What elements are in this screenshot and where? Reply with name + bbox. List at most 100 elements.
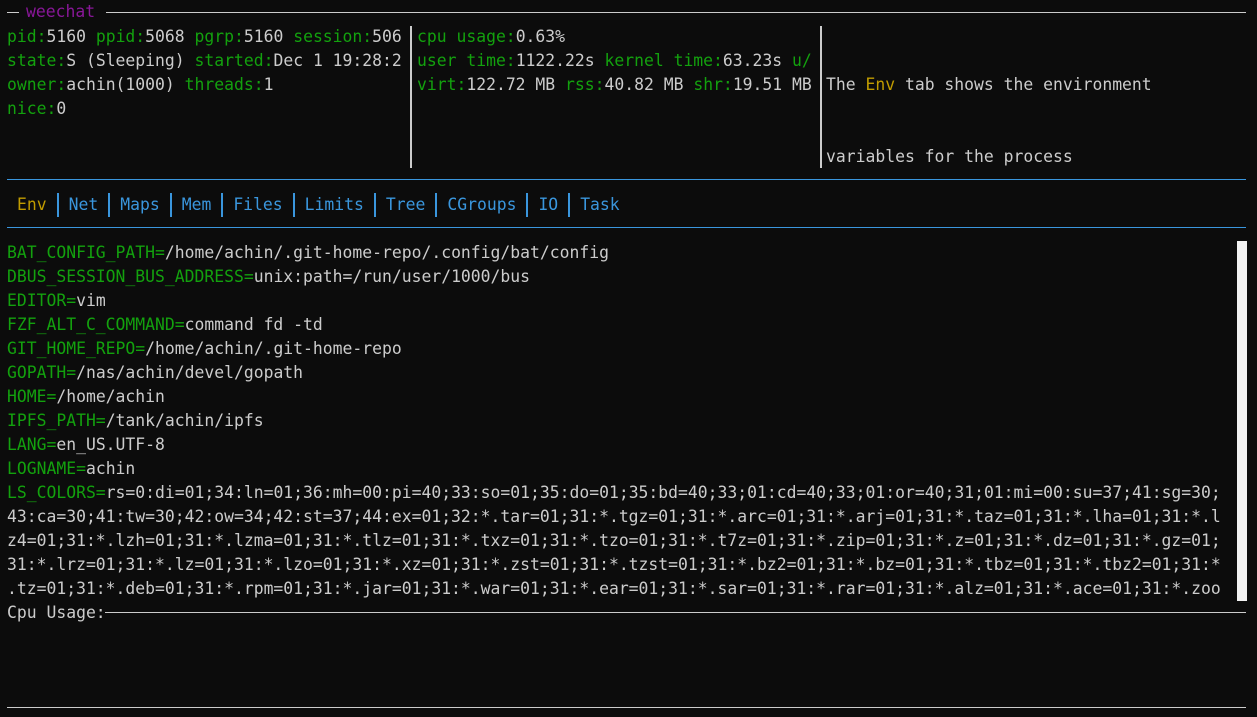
help-text-line2: variables for the process xyxy=(826,147,1073,166)
info-label: rss: xyxy=(565,75,605,94)
info-value: 5160 xyxy=(243,27,294,46)
process-info-column-1: pid:5160 ppid:5068 pgrp:5160 session:506… xyxy=(7,25,407,121)
env-row[interactable]: GOPATH=/nas/achin/devel/gopath xyxy=(7,361,1235,385)
info-value: 19.51 MB xyxy=(732,75,812,94)
env-value: command fd -td xyxy=(184,315,323,334)
info-label: kernel time: xyxy=(604,51,723,70)
info-label: virt: xyxy=(417,75,467,94)
info-value: 0.63% xyxy=(515,27,566,46)
env-value: en_US.UTF-8 xyxy=(56,435,165,454)
info-value: S (Sleeping) xyxy=(66,51,195,70)
process-info-row: user time:1122.22s kernel time:63.23s u/ xyxy=(417,49,817,73)
tab-tree[interactable]: Tree xyxy=(376,193,435,217)
info-label: session: xyxy=(293,27,373,46)
tab-cgroups[interactable]: CGroups xyxy=(437,193,526,217)
process-info-row: nice:0 xyxy=(7,97,407,121)
info-label: started: xyxy=(194,51,274,70)
process-info-row: owner:achin(1000) threads:1 xyxy=(7,73,407,97)
info-label: state: xyxy=(7,51,67,70)
env-variable-list[interactable]: BAT_CONFIG_PATH=/home/achin/.git-home-re… xyxy=(7,241,1235,601)
env-key: EDITOR= xyxy=(7,291,77,310)
env-value: /home/achin/.git-home-repo/.config/bat/c… xyxy=(164,243,609,262)
env-key: IPFS_PATH= xyxy=(7,411,106,430)
env-value: /home/achin/.git-home-repo xyxy=(145,339,402,358)
process-info-row: state:S (Sleeping) started:Dec 1 19:28:2 xyxy=(7,49,407,73)
info-label: pgrp: xyxy=(194,27,244,46)
info-label: shr: xyxy=(693,75,733,94)
env-row[interactable]: FZF_ALT_C_COMMAND=command fd -td xyxy=(7,313,1235,337)
info-label: threads: xyxy=(184,75,264,94)
env-key: LS_COLORS= xyxy=(7,483,106,502)
window-title: weechat xyxy=(26,2,96,21)
info-value: 63.23s xyxy=(722,51,792,70)
env-key: HOME= xyxy=(7,387,57,406)
info-value: achin(1000) xyxy=(66,75,185,94)
tab-files[interactable]: Files xyxy=(223,193,292,217)
info-value: 1 xyxy=(263,75,274,94)
column-divider-2 xyxy=(820,26,822,168)
env-row-continuation: .tz=01;31:*.deb=01;31:*.rpm=01;31:*.jar=… xyxy=(7,579,1221,598)
env-key: LOGNAME= xyxy=(7,459,86,478)
env-row[interactable]: LOGNAME=achin xyxy=(7,457,1235,481)
process-info-column-2: cpu usage:0.63% user time:1122.22s kernel… xyxy=(417,25,817,97)
tab-mem[interactable]: Mem xyxy=(172,193,222,217)
env-key: FZF_ALT_C_COMMAND= xyxy=(7,315,185,334)
tab-bar: Env Net Maps Mem Files Limits Tree CGroups IO Tas… xyxy=(7,193,630,217)
process-info-row: pid:5160 ppid:5068 pgrp:5160 session:506 xyxy=(7,25,407,49)
env-key: BAT_CONFIG_PATH= xyxy=(7,243,165,262)
env-row[interactable]: BAT_CONFIG_PATH=/home/achin/.git-home-re… xyxy=(7,241,1235,265)
tab-io[interactable]: IO xyxy=(528,193,568,217)
info-label: u/ xyxy=(792,51,812,70)
info-value: 5160 xyxy=(46,27,96,46)
title-border-right xyxy=(106,12,1246,13)
env-value: unix:path=/run/user/1000/bus xyxy=(253,267,531,286)
cpu-graph-border-bottom xyxy=(7,707,1246,708)
title-border-left xyxy=(7,12,19,13)
tabs-border-bottom xyxy=(7,227,1246,228)
tab-maps[interactable]: Maps xyxy=(110,193,169,217)
env-value: achin xyxy=(85,459,136,478)
info-value: 506 xyxy=(372,27,402,46)
info-value: Dec 1 19:28:2 xyxy=(273,51,402,70)
env-key: GIT_HOME_REPO= xyxy=(7,339,146,358)
cpu-usage-graph xyxy=(7,613,1246,706)
env-value: /nas/achin/devel/gopath xyxy=(76,363,304,382)
env-key: DBUS_SESSION_BUS_ADDRESS= xyxy=(7,267,254,286)
tabs-border-top xyxy=(7,179,1246,180)
info-label: nice: xyxy=(7,99,57,118)
info-label: user time: xyxy=(417,51,516,70)
tab-net[interactable]: Net xyxy=(59,193,109,217)
env-row[interactable]: EDITOR=vim xyxy=(7,289,1235,313)
env-row[interactable]: GIT_HOME_REPO=/home/achin/.git-home-repo xyxy=(7,337,1235,361)
env-row[interactable]: LS_COLORS=rs=0:di=01;34:ln=01;36:mh=00:p… xyxy=(7,481,1235,505)
process-info-row: virt:122.72 MB rss:40.82 MB shr:19.51 MB xyxy=(417,73,817,97)
process-info-row: cpu usage:0.63% xyxy=(417,25,817,49)
info-value: 1122.22s xyxy=(515,51,605,70)
env-row[interactable]: DBUS_SESSION_BUS_ADDRESS=unix:path=/run/… xyxy=(7,265,1235,289)
info-value: 40.82 MB xyxy=(604,75,694,94)
env-value: /home/achin xyxy=(56,387,165,406)
env-row-continuation: z4=01;31:*.lzh=01;31:*.lzma=01;31:*.tlz=… xyxy=(7,531,1221,550)
info-label: cpu usage: xyxy=(417,27,516,46)
env-value: vim xyxy=(76,291,106,310)
tab-task[interactable]: Task xyxy=(570,193,629,217)
env-value: rs=0:di=01;34:ln=01;36:mh=00:pi=40;33:so… xyxy=(105,483,1221,502)
env-row[interactable]: LANG=en_US.UTF-8 xyxy=(7,433,1235,457)
env-row-continuation: 31:*.lrz=01;31:*.lz=01;31:*.lzo=01;31:*.… xyxy=(7,555,1221,574)
env-key: GOPATH= xyxy=(7,363,77,382)
help-text-highlight: Env xyxy=(865,75,896,94)
help-text-prefix: The xyxy=(826,75,866,94)
env-row[interactable]: IPFS_PATH=/tank/achin/ipfs xyxy=(7,409,1235,433)
tab-env[interactable]: Env xyxy=(7,193,57,217)
env-key: LANG= xyxy=(7,435,57,454)
env-row[interactable]: HOME=/home/achin xyxy=(7,385,1235,409)
info-value: 122.72 MB xyxy=(466,75,566,94)
info-label: owner: xyxy=(7,75,67,94)
help-text: The Env tab shows the environment variab… xyxy=(826,25,1246,193)
tab-limits[interactable]: Limits xyxy=(295,193,374,217)
env-list-scrollbar[interactable] xyxy=(1237,241,1247,601)
info-value: 0 xyxy=(56,99,67,118)
help-text-suffix: tab shows the environment xyxy=(895,75,1152,94)
info-label: ppid: xyxy=(95,27,146,46)
env-row-continuation: 43:ca=30;41:tw=30;42:ow=34;42:st=37;44:e… xyxy=(7,507,1221,526)
